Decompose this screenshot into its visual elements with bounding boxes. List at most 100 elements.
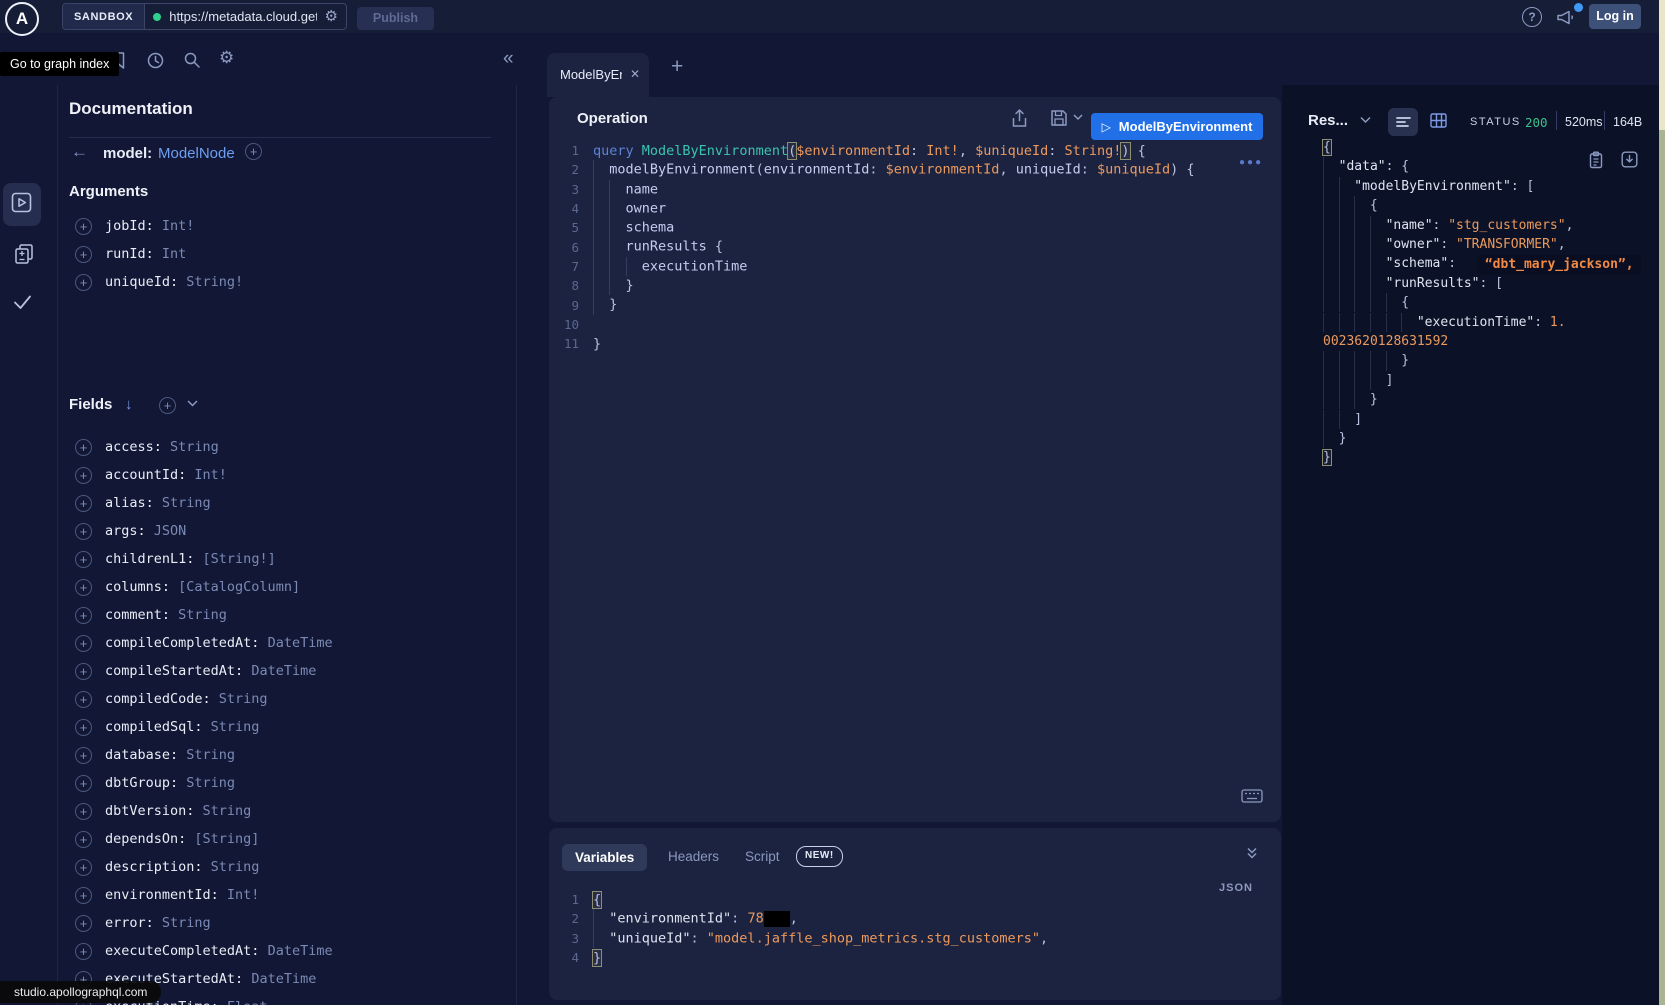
run-operation-button[interactable]: ▷ ModelByEnvironment bbox=[1091, 113, 1263, 140]
field-type[interactable]: DateTime bbox=[268, 943, 333, 959]
settings-gear-icon[interactable]: ⚙ bbox=[219, 48, 234, 68]
field-type[interactable]: Int! bbox=[227, 887, 260, 903]
endpoint-bar[interactable]: SANDBOX https://metadata.cloud.get ⚙ bbox=[62, 3, 347, 30]
add-field-icon[interactable]: + bbox=[75, 607, 92, 624]
tab-close-icon[interactable]: ✕ bbox=[630, 67, 640, 81]
field-type[interactable]: Int bbox=[162, 246, 186, 262]
field-type[interactable]: String bbox=[170, 439, 219, 455]
field-name[interactable]: alias: bbox=[105, 495, 162, 511]
field-name[interactable]: childrenL1: bbox=[105, 551, 203, 567]
share-icon[interactable] bbox=[1011, 109, 1028, 128]
endpoint-url-field[interactable]: https://metadata.cloud.get ⚙ bbox=[145, 4, 346, 29]
response-json[interactable]: { "data": { "modelByEnvironment": [ { "n… bbox=[1323, 138, 1663, 468]
field-name[interactable]: environmentId: bbox=[105, 887, 227, 903]
keyboard-shortcuts-icon[interactable] bbox=[1241, 789, 1263, 803]
add-field-icon[interactable]: + bbox=[75, 274, 92, 291]
help-icon[interactable]: ? bbox=[1522, 7, 1542, 27]
field-type[interactable]: [CatalogColumn] bbox=[178, 579, 300, 595]
field-type[interactable]: DateTime bbox=[268, 635, 333, 651]
add-field-icon[interactable]: + bbox=[75, 887, 92, 904]
field-name[interactable]: description: bbox=[105, 859, 211, 875]
add-field-icon[interactable]: + bbox=[75, 747, 92, 764]
field-type[interactable]: DateTime bbox=[251, 971, 316, 987]
tab-headers[interactable]: Headers bbox=[668, 849, 719, 864]
add-field-icon[interactable]: + bbox=[75, 803, 92, 820]
add-field-icon[interactable]: + bbox=[75, 218, 92, 235]
tab-variables[interactable]: Variables bbox=[562, 844, 647, 871]
apollo-logo[interactable]: A bbox=[5, 2, 39, 36]
field-name[interactable]: dbtGroup: bbox=[105, 775, 186, 791]
field-name[interactable]: uniqueId: bbox=[105, 274, 186, 290]
checklist-icon[interactable] bbox=[12, 293, 33, 311]
field-type[interactable]: String bbox=[203, 803, 252, 819]
field-name[interactable]: columns: bbox=[105, 579, 178, 595]
field-name[interactable]: compileStartedAt: bbox=[105, 663, 251, 679]
announcements-icon[interactable] bbox=[1555, 7, 1577, 27]
field-type[interactable]: Int! bbox=[162, 218, 195, 234]
field-name[interactable]: comment: bbox=[105, 607, 178, 623]
add-field-icon[interactable]: + bbox=[75, 635, 92, 652]
add-field-icon[interactable]: + bbox=[75, 775, 92, 792]
response-list-view-button[interactable] bbox=[1388, 108, 1418, 136]
field-name[interactable]: error: bbox=[105, 915, 162, 931]
field-type[interactable]: String bbox=[178, 607, 227, 623]
graphql-editor[interactable]: 1query ModelByEnvironment($environmentId… bbox=[549, 141, 1269, 353]
new-tab-icon[interactable]: + bbox=[671, 55, 683, 79]
collapse-variables-icon[interactable] bbox=[1245, 846, 1259, 860]
add-field-icon[interactable]: + bbox=[75, 467, 92, 484]
add-field-icon[interactable]: + bbox=[75, 831, 92, 848]
field-name[interactable]: compiledCode: bbox=[105, 691, 219, 707]
add-field-icon[interactable]: + bbox=[75, 859, 92, 876]
search-icon[interactable] bbox=[183, 51, 201, 69]
model-type-link[interactable]: ModelNode bbox=[158, 145, 235, 162]
response-title[interactable]: Res... bbox=[1308, 112, 1348, 129]
explorer-icon[interactable] bbox=[11, 192, 32, 213]
add-field-icon[interactable]: + bbox=[75, 719, 92, 736]
back-arrow-icon[interactable]: ← bbox=[71, 142, 88, 162]
add-field-icon[interactable]: + bbox=[75, 943, 92, 960]
variables-editor[interactable]: 1{2 "environmentId": 78,3 "uniqueId": "m… bbox=[549, 890, 1269, 967]
field-name[interactable]: jobId: bbox=[105, 218, 162, 234]
add-field-icon[interactable]: + bbox=[75, 523, 92, 540]
field-type[interactable]: String bbox=[162, 495, 211, 511]
tab-script[interactable]: Script bbox=[745, 849, 780, 864]
chevron-down-icon[interactable] bbox=[187, 400, 198, 407]
history-icon[interactable] bbox=[146, 51, 165, 70]
field-type[interactable]: [String] bbox=[194, 831, 259, 847]
schema-icon[interactable] bbox=[13, 243, 35, 265]
connection-settings-gear-icon[interactable]: ⚙ bbox=[325, 9, 338, 24]
field-type[interactable]: Float bbox=[227, 999, 268, 1005]
field-name[interactable]: compileCompletedAt: bbox=[105, 635, 268, 651]
add-field-icon[interactable]: + bbox=[75, 551, 92, 568]
field-type[interactable]: String bbox=[186, 747, 235, 763]
field-type[interactable]: String bbox=[162, 915, 211, 931]
add-field-icon[interactable]: + bbox=[75, 915, 92, 932]
field-name[interactable]: args: bbox=[105, 523, 154, 539]
publish-button[interactable]: Publish bbox=[357, 7, 434, 30]
save-caret-icon[interactable] bbox=[1073, 114, 1083, 121]
field-name[interactable]: dependsOn: bbox=[105, 831, 194, 847]
save-icon[interactable] bbox=[1050, 109, 1068, 127]
field-type[interactable]: [String!] bbox=[203, 551, 276, 567]
operation-tab[interactable]: ModelByEnvi... ✕ bbox=[547, 53, 649, 97]
add-field-icon[interactable]: + bbox=[75, 691, 92, 708]
field-name[interactable]: dbtVersion: bbox=[105, 803, 203, 819]
field-type[interactable]: DateTime bbox=[251, 663, 316, 679]
collapse-panel-icon[interactable]: « bbox=[503, 48, 514, 70]
add-field-icon[interactable]: + bbox=[75, 495, 92, 512]
field-name[interactable]: compiledSql: bbox=[105, 719, 211, 735]
field-name[interactable]: access: bbox=[105, 439, 170, 455]
field-name[interactable]: executeCompletedAt: bbox=[105, 943, 268, 959]
add-field-icon[interactable]: + bbox=[75, 439, 92, 456]
field-name[interactable]: runId: bbox=[105, 246, 162, 262]
response-table-view-icon[interactable] bbox=[1430, 113, 1447, 128]
field-type[interactable]: String bbox=[186, 775, 235, 791]
add-field-icon[interactable]: + bbox=[75, 579, 92, 596]
field-type[interactable]: String bbox=[211, 719, 260, 735]
field-type[interactable]: Int! bbox=[194, 467, 227, 483]
add-field-icon[interactable]: + bbox=[75, 663, 92, 680]
sort-arrow-icon[interactable]: ↓ bbox=[125, 396, 133, 413]
login-button[interactable]: Log in bbox=[1589, 4, 1641, 29]
endpoint-url[interactable]: https://metadata.cloud.get bbox=[169, 9, 316, 24]
add-field-icon[interactable]: + bbox=[75, 246, 92, 263]
